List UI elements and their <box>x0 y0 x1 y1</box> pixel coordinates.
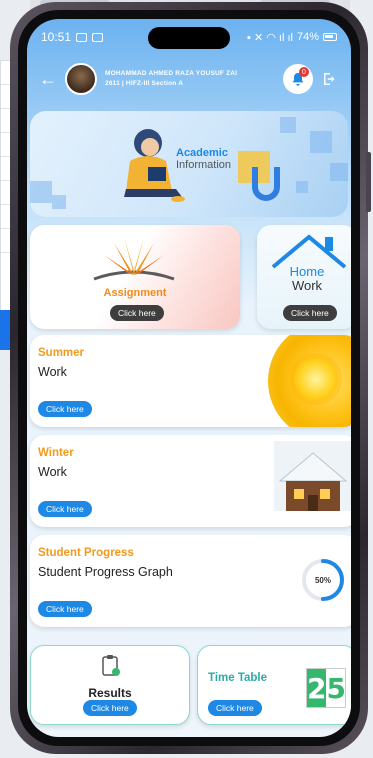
camera-island <box>148 27 230 49</box>
app-header: ← MOHAMMAD AHMED RAZA YOUSUF ZAI 2611 | … <box>27 55 351 103</box>
blue-shape-decor <box>252 167 280 201</box>
results-card[interactable]: Results Click here <box>30 645 190 725</box>
battery-percent: 74% <box>296 31 319 43</box>
app-screen: 10:51 ▪ ✕ ◠ ıl ıl 74% ← MOHAMMAD AHMED R… <box>27 19 351 737</box>
assignment-card[interactable]: Assignment Click here <box>30 225 240 329</box>
progress-percent: 50% <box>314 575 331 585</box>
snow-cabin-image <box>274 441 351 521</box>
winter-work-card[interactable]: Winter Work Click here <box>30 435 351 527</box>
timetable-label: Time Table <box>208 672 268 684</box>
avatar[interactable] <box>65 63 97 95</box>
sun-icon <box>294 357 338 401</box>
results-click-button[interactable]: Click here <box>83 700 137 716</box>
notification-button[interactable]: 0 <box>283 64 313 94</box>
status-time: 10:51 <box>41 30 72 44</box>
status-bar: 10:51 ▪ ✕ ◠ ıl ıl 74% <box>27 19 351 55</box>
gallery-icon <box>76 32 88 42</box>
book-icon <box>93 237 175 281</box>
homework-click-button[interactable]: Click here <box>283 305 337 321</box>
results-label: Results <box>88 686 132 700</box>
phone-frame: 10:51 ▪ ✕ ◠ ıl ıl 74% ← MOHAMMAD AHMED R… <box>10 2 371 754</box>
winter-subtitle: Work <box>38 465 67 479</box>
banner-title: Academic Information <box>176 147 232 171</box>
check-icon <box>92 32 104 42</box>
battery-icon <box>323 33 337 41</box>
student-info: MOHAMMAD AHMED RAZA YOUSUF ZAI 2611 | HI… <box>105 69 275 89</box>
summer-subtitle: Work <box>38 365 67 379</box>
progress-subtitle: Student Progress Graph <box>38 565 173 579</box>
clipboard-check-icon <box>102 655 120 676</box>
winter-click-button[interactable]: Click here <box>38 501 92 517</box>
timetable-card[interactable]: Time Table 2 5 Click here <box>197 645 351 725</box>
signal-icon: ▪ ✕ ◠ ıl ıl <box>247 31 293 44</box>
progress-title: Student Progress <box>38 547 134 559</box>
summer-work-card[interactable]: Summer Work Click here <box>30 335 351 427</box>
summer-click-button[interactable]: Click here <box>38 401 92 417</box>
assignment-label: Assignment <box>103 287 167 299</box>
student-progress-card[interactable]: Student Progress Student Progress Graph … <box>30 535 351 627</box>
winter-title: Winter <box>38 447 74 459</box>
homework-label-line2: Work <box>291 278 323 293</box>
back-arrow-icon[interactable]: ← <box>39 69 57 90</box>
student-name: MOHAMMAD AHMED RAZA YOUSUF ZAI <box>105 70 238 77</box>
progress-click-button[interactable]: Click here <box>38 601 92 617</box>
timetable-click-button[interactable]: Click here <box>208 700 262 716</box>
student-meta: 2611 | HIFZ-III Section A <box>105 80 184 87</box>
calendar-icon: 2 5 <box>306 668 346 708</box>
homework-label-line1: Home <box>289 264 325 279</box>
summer-title: Summer <box>38 347 85 359</box>
assignment-click-button[interactable]: Click here <box>110 305 164 321</box>
homework-card[interactable]: Home Work Click here <box>257 225 351 329</box>
academic-info-banner[interactable]: Academic Information <box>30 111 348 217</box>
logout-icon[interactable] <box>321 70 339 88</box>
notification-badge: 0 <box>299 67 309 77</box>
